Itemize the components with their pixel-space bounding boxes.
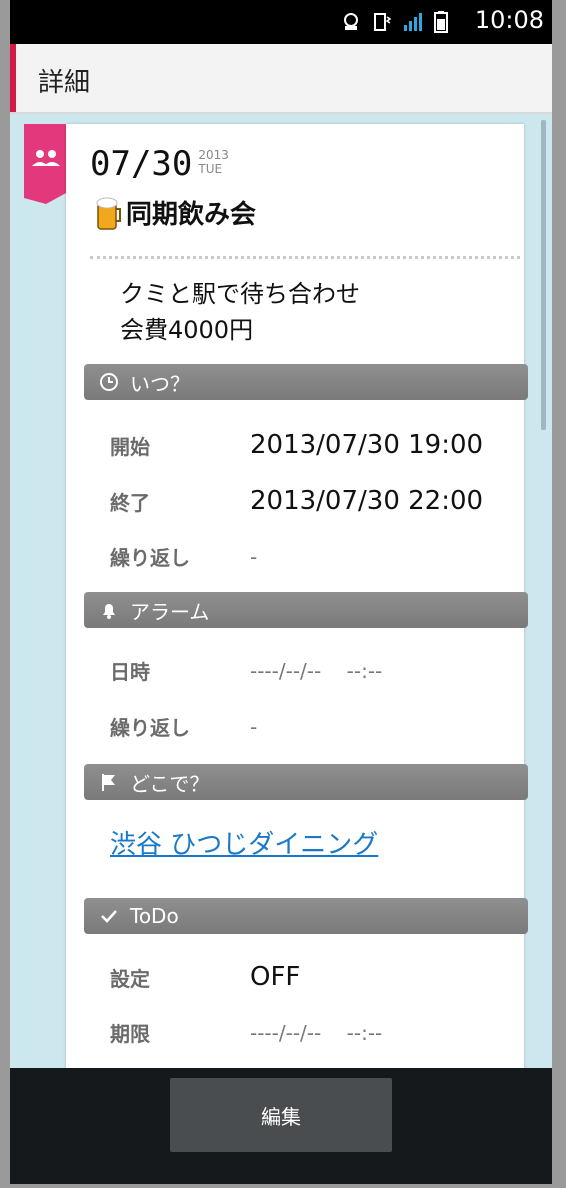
- repeat-row: 繰り返し -: [110, 542, 257, 571]
- start-row: 開始 2013/07/30 19:00: [110, 430, 483, 460]
- scrollbar[interactable]: [541, 120, 546, 430]
- section-title-when: いつ？: [130, 371, 190, 396]
- section-header-where: どこで？: [84, 764, 528, 800]
- end-value: 2013/07/30 22:00: [250, 486, 484, 516]
- detail-content[interactable]: 07/30 2013 TUE 同期飲み会 クミと駅で待ち合わせ 会費4000円: [10, 114, 552, 1068]
- todo-setting-value: OFF: [250, 962, 301, 992]
- alarm-repeat-label: 繰り返し: [110, 716, 190, 740]
- todo-setting-label: 設定: [110, 966, 150, 991]
- event-card: 07/30 2013 TUE 同期飲み会 クミと駅で待ち合わせ 会費4000円: [66, 124, 528, 1068]
- todo-deadline-value: ----/--/-- --:--: [250, 1020, 383, 1045]
- action-bar-accent: [10, 44, 16, 112]
- event-memo: クミと駅で待ち合わせ 会費4000円: [120, 276, 360, 348]
- edit-button[interactable]: 編集: [170, 1078, 392, 1152]
- bottom-bar: 編集: [10, 1068, 552, 1184]
- notification-icon: [344, 13, 358, 30]
- repeat-label: 繰り返し: [110, 546, 190, 570]
- clock-icon: [100, 373, 118, 391]
- section-title-alarm: アラーム: [130, 599, 210, 624]
- event-year-weekday: 2013 TUE: [198, 148, 229, 176]
- status-icons: [340, 8, 452, 36]
- event-weekday: TUE: [198, 162, 223, 176]
- todo-deadline-row: 期限 ----/--/-- --:--: [110, 1018, 382, 1047]
- lte-signal-icon: [404, 13, 422, 31]
- divider: [90, 256, 520, 259]
- event-year: 2013: [198, 148, 229, 162]
- bell-icon: [103, 604, 115, 619]
- alarm-datetime-value: ----/--/-- --:--: [250, 658, 383, 683]
- alarm-repeat-value: -: [250, 714, 258, 739]
- alarm-repeat-row: 繰り返し -: [110, 712, 257, 741]
- status-clock: 10:08: [474, 6, 544, 34]
- check-icon: [101, 910, 117, 923]
- event-title-row: 同期飲み会: [96, 194, 256, 231]
- alarm-datetime-label: 日時: [110, 660, 150, 684]
- event-date-row: 07/30 2013 TUE: [90, 144, 229, 184]
- battery-icon: [434, 11, 448, 33]
- action-bar: 詳細: [10, 44, 552, 114]
- status-bar: 10:08: [10, 0, 552, 44]
- flag-icon: [102, 774, 115, 791]
- place-link[interactable]: 渋谷 ひつじダイニング: [110, 824, 378, 861]
- event-date: 07/30: [90, 144, 193, 184]
- end-row: 終了 2013/07/30 22:00: [110, 486, 483, 516]
- group-category-tag: [24, 124, 68, 204]
- alarm-datetime-row: 日時 ----/--/-- --:--: [110, 656, 382, 685]
- section-header-when: いつ？: [84, 364, 528, 400]
- device-frame: 10:08 詳細 07/30 2013 TUE 同期飲み会 クミと駅で待ち合わせ…: [10, 0, 552, 1184]
- todo-setting-row: 設定 OFF: [110, 962, 300, 992]
- end-label: 終了: [110, 490, 150, 515]
- vibrate-icon: [374, 13, 392, 31]
- beer-icon: [96, 197, 121, 230]
- page-title: 詳細: [38, 68, 91, 98]
- section-title-todo: ToDo: [130, 904, 179, 928]
- memo-line-1: クミと駅で待ち合わせ: [120, 280, 360, 308]
- section-header-alarm: アラーム: [84, 592, 528, 628]
- start-value: 2013/07/30 19:00: [250, 430, 484, 460]
- memo-line-2: 会費4000円: [120, 316, 254, 344]
- section-title-where: どこで？: [130, 771, 210, 796]
- repeat-value: -: [250, 544, 258, 569]
- todo-deadline-label: 期限: [110, 1022, 150, 1046]
- start-label: 開始: [110, 434, 150, 459]
- section-header-todo: ToDo: [84, 898, 528, 934]
- event-title: 同期飲み会: [126, 200, 257, 230]
